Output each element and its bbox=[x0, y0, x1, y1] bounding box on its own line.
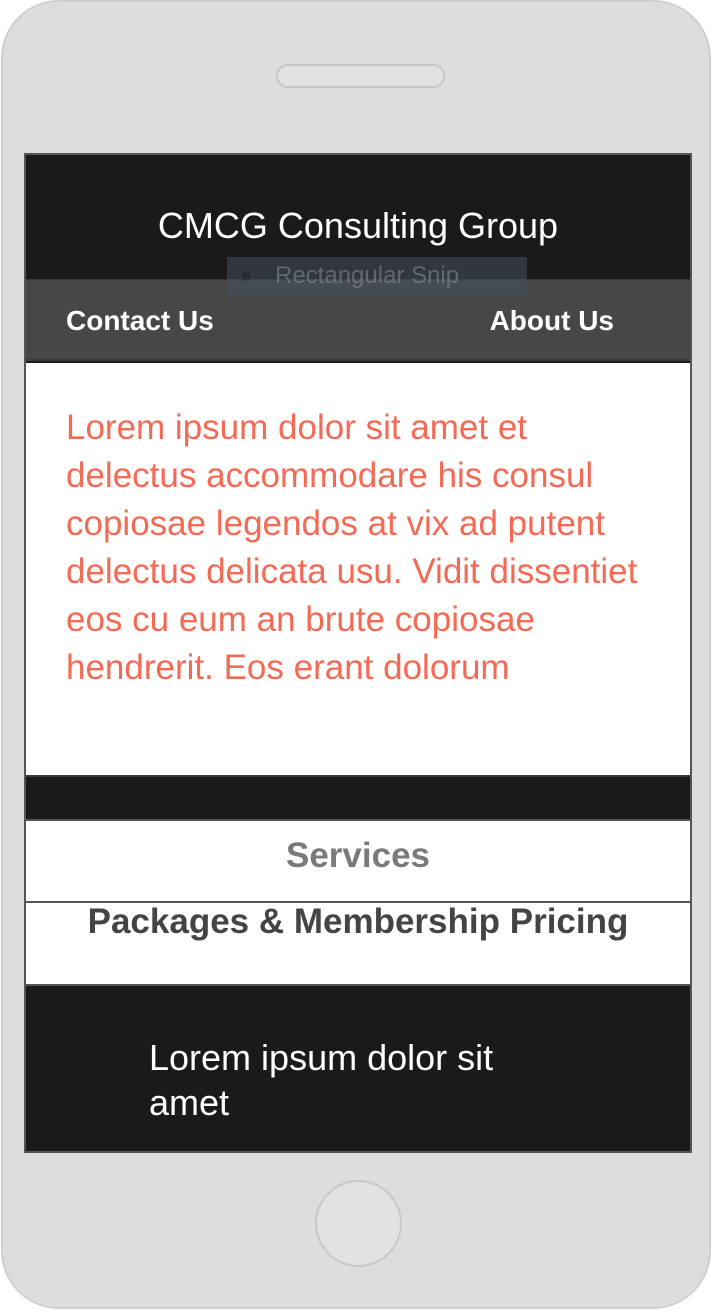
phone-frame: CMCG Consulting Group Contact Us About U… bbox=[1, 0, 711, 1309]
home-button[interactable] bbox=[315, 1180, 402, 1267]
body-text: Lorem ipsum dolor sit amet et delectus a… bbox=[66, 408, 638, 687]
footer-text: Lorem ipsum dolor sit amet bbox=[149, 1037, 494, 1123]
screen: CMCG Consulting Group Contact Us About U… bbox=[24, 153, 692, 1153]
snip-label: Rectangular Snip bbox=[275, 262, 460, 289]
main-content: Lorem ipsum dolor sit amet et delectus a… bbox=[26, 363, 690, 777]
site-title: CMCG Consulting Group bbox=[157, 205, 559, 246]
nav-contact-link[interactable]: Contact Us bbox=[66, 304, 214, 338]
footer: Lorem ipsum dolor sit amet bbox=[26, 986, 690, 1151]
packages-pricing-button[interactable]: Packages & Membership Pricing bbox=[26, 903, 690, 986]
rectangular-snip-overlay: Rectangular Snip bbox=[227, 257, 527, 295]
nav-about-link[interactable]: About Us bbox=[490, 304, 614, 338]
divider-band bbox=[26, 777, 690, 819]
services-button[interactable]: Services bbox=[26, 819, 690, 903]
snip-dot-icon bbox=[241, 271, 251, 281]
phone-speaker bbox=[276, 64, 445, 88]
